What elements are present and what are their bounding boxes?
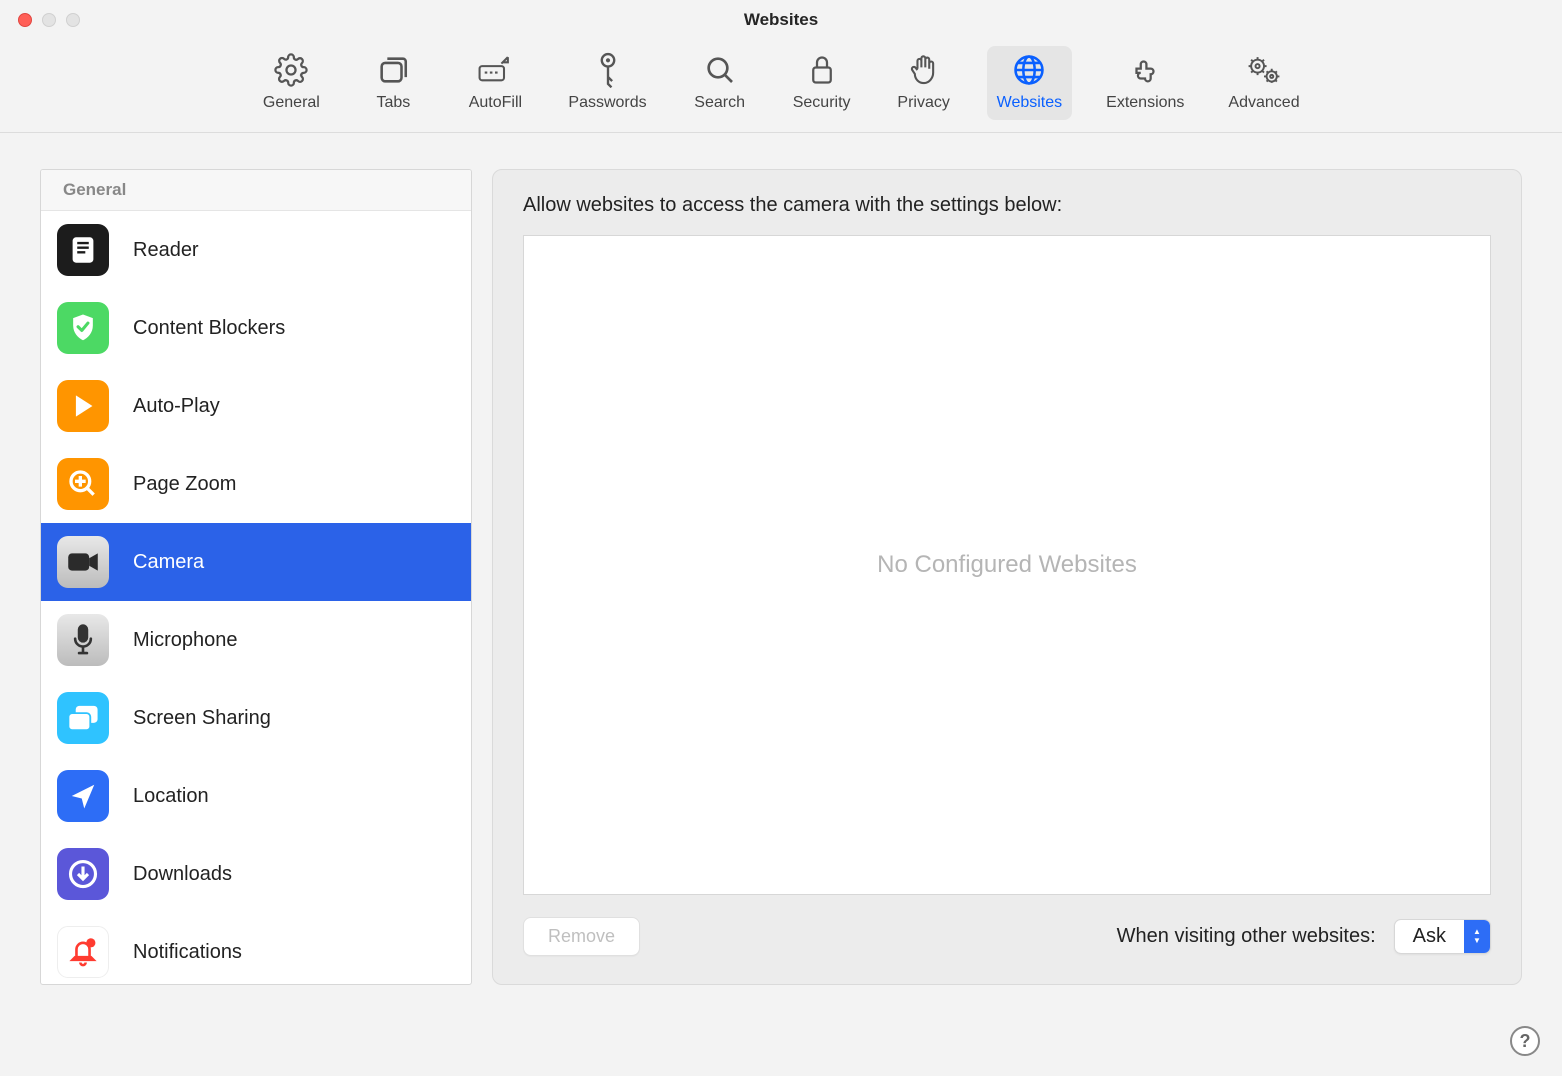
tab-extensions[interactable]: Extensions (1096, 46, 1194, 120)
content-heading: Allow websites to access the camera with… (523, 194, 1491, 217)
help-icon: ? (1520, 1031, 1531, 1052)
puzzle-icon (1127, 52, 1163, 88)
tab-label: Security (793, 94, 851, 112)
bell-icon (57, 926, 109, 978)
sidebar-item-label: Camera (133, 551, 204, 574)
tab-label: Advanced (1228, 94, 1299, 112)
sidebar-item-screen-sharing[interactable]: Screen Sharing (41, 679, 471, 757)
tab-label: Privacy (897, 94, 949, 112)
sidebar-item-label: Downloads (133, 863, 232, 886)
tab-label: Search (694, 94, 745, 112)
screens-icon (57, 692, 109, 744)
globe-icon (1011, 52, 1047, 88)
tab-label: AutoFill (469, 94, 522, 112)
help-button[interactable]: ? (1510, 1026, 1540, 1056)
sidebar-item-auto-play[interactable]: Auto-Play (41, 367, 471, 445)
tab-websites[interactable]: Websites (987, 46, 1073, 120)
tab-tabs[interactable]: Tabs (354, 46, 432, 120)
search-icon (702, 52, 738, 88)
content-footer: Remove When visiting other websites: Ask… (523, 895, 1491, 956)
autofill-icon (477, 52, 513, 88)
microphone-icon (57, 614, 109, 666)
tab-autofill[interactable]: AutoFill (456, 46, 534, 120)
tab-search[interactable]: Search (681, 46, 759, 120)
policy-dropdown[interactable]: Ask ▲▼ (1394, 919, 1491, 954)
camera-icon (57, 536, 109, 588)
sidebar-item-notifications[interactable]: Notifications (41, 913, 471, 985)
empty-state-text: No Configured Websites (877, 551, 1137, 579)
sidebar-item-location[interactable]: Location (41, 757, 471, 835)
tab-label: Tabs (376, 94, 410, 112)
preferences-toolbar: General Tabs AutoFill Passwords Search S… (0, 40, 1562, 133)
sidebar-item-label: Reader (133, 239, 199, 262)
content-panel: Allow websites to access the camera with… (492, 169, 1522, 985)
window-title: Websites (0, 10, 1562, 30)
reader-icon (57, 224, 109, 276)
tab-security[interactable]: Security (783, 46, 861, 120)
sidebar-item-label: Page Zoom (133, 473, 236, 496)
sidebar-header: General (41, 170, 471, 211)
titlebar: Websites (0, 0, 1562, 40)
sidebar-item-label: Notifications (133, 941, 242, 964)
default-policy-control: When visiting other websites: Ask ▲▼ (1117, 919, 1491, 954)
sidebar-item-label: Location (133, 785, 209, 808)
zoom-icon (57, 458, 109, 510)
play-icon (57, 380, 109, 432)
gear-icon (273, 52, 309, 88)
remove-button[interactable]: Remove (523, 917, 640, 956)
shield-check-icon (57, 302, 109, 354)
sidebar: General Reader Content Blockers Auto-Pla… (40, 169, 472, 985)
tab-label: Extensions (1106, 94, 1184, 112)
sidebar-item-page-zoom[interactable]: Page Zoom (41, 445, 471, 523)
sidebar-item-downloads[interactable]: Downloads (41, 835, 471, 913)
tab-label: Passwords (568, 94, 646, 112)
hand-icon (906, 52, 942, 88)
sidebar-item-reader[interactable]: Reader (41, 211, 471, 289)
tab-label: General (263, 94, 320, 112)
sidebar-item-label: Microphone (133, 629, 238, 652)
tab-passwords[interactable]: Passwords (558, 46, 656, 120)
key-icon (590, 52, 626, 88)
tabs-icon (375, 52, 411, 88)
lock-icon (804, 52, 840, 88)
other-websites-label: When visiting other websites: (1117, 925, 1376, 948)
sidebar-item-microphone[interactable]: Microphone (41, 601, 471, 679)
main-area: General Reader Content Blockers Auto-Pla… (0, 133, 1562, 1021)
tab-privacy[interactable]: Privacy (885, 46, 963, 120)
sidebar-item-label: Screen Sharing (133, 707, 271, 730)
sidebar-item-camera[interactable]: Camera (41, 523, 471, 601)
tab-general[interactable]: General (252, 46, 330, 120)
tab-advanced[interactable]: Advanced (1218, 46, 1309, 120)
sidebar-item-label: Auto-Play (133, 395, 220, 418)
sidebar-item-content-blockers[interactable]: Content Blockers (41, 289, 471, 367)
websites-list[interactable]: No Configured Websites (523, 235, 1491, 895)
tab-label: Websites (997, 94, 1063, 112)
gears-icon (1246, 52, 1282, 88)
download-icon (57, 848, 109, 900)
dropdown-value: Ask (1395, 920, 1464, 953)
chevron-updown-icon: ▲▼ (1464, 920, 1490, 953)
sidebar-item-label: Content Blockers (133, 317, 285, 340)
location-arrow-icon (57, 770, 109, 822)
